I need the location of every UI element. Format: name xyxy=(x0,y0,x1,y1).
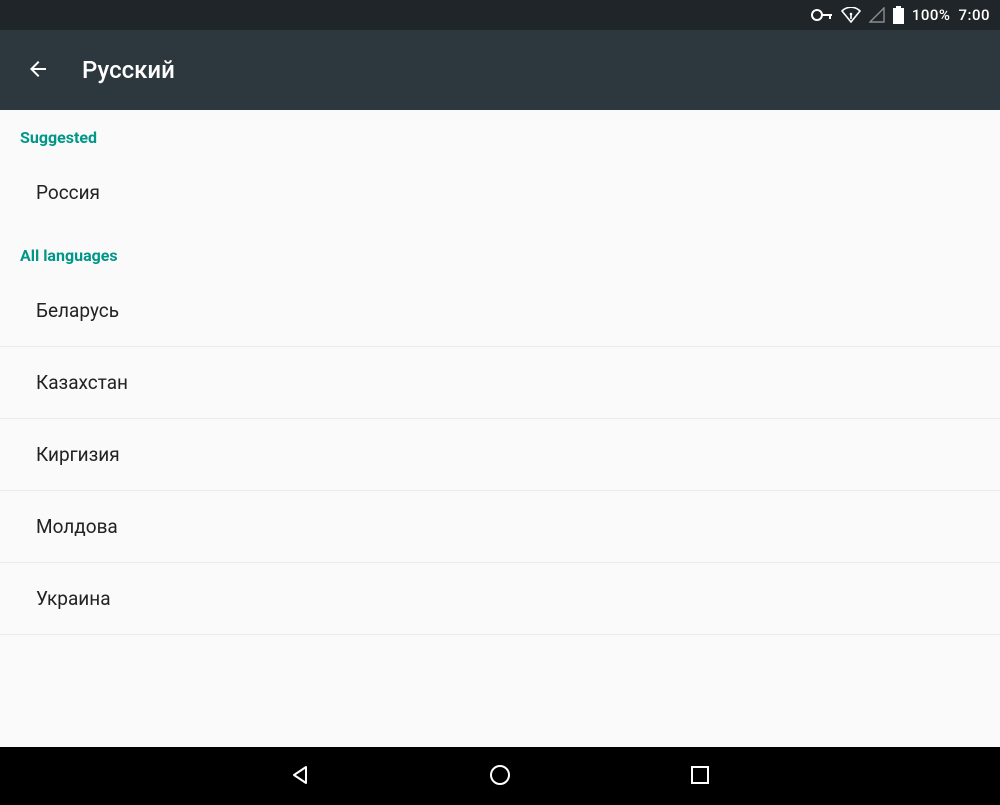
wifi-icon xyxy=(841,7,861,23)
page-title: Русский xyxy=(82,56,175,84)
battery-icon xyxy=(893,6,904,24)
section-header-suggested: Suggested xyxy=(0,110,1000,157)
device-screen: 100% 7:00 Русский Suggested Россия All l… xyxy=(0,0,1000,805)
list-item[interactable]: Молдова xyxy=(0,491,1000,563)
list-item[interactable]: Беларусь xyxy=(0,275,1000,347)
navigation-bar xyxy=(0,747,1000,805)
list-item[interactable]: Казахстан xyxy=(0,347,1000,419)
list-item[interactable]: Украина xyxy=(0,563,1000,635)
arrow-back-icon xyxy=(26,57,50,84)
section-header-all: All languages xyxy=(0,228,1000,275)
list-item[interactable]: Киргизия xyxy=(0,419,1000,491)
circle-home-icon xyxy=(488,763,512,790)
back-button[interactable] xyxy=(18,50,58,90)
square-recent-icon xyxy=(690,765,710,788)
list-item[interactable]: Россия xyxy=(0,157,1000,228)
nav-recent-button[interactable] xyxy=(675,751,725,801)
action-bar: Русский xyxy=(0,30,1000,110)
nav-back-button[interactable] xyxy=(275,751,325,801)
nav-home-button[interactable] xyxy=(475,751,525,801)
triangle-back-icon xyxy=(289,764,311,789)
cellular-signal-icon xyxy=(869,7,885,23)
language-list[interactable]: Suggested Россия All languages Беларусь … xyxy=(0,110,1000,747)
vpn-key-icon xyxy=(811,9,833,21)
status-bar: 100% 7:00 xyxy=(0,0,1000,30)
clock: 7:00 xyxy=(958,6,990,24)
battery-percent: 100% xyxy=(912,6,951,24)
